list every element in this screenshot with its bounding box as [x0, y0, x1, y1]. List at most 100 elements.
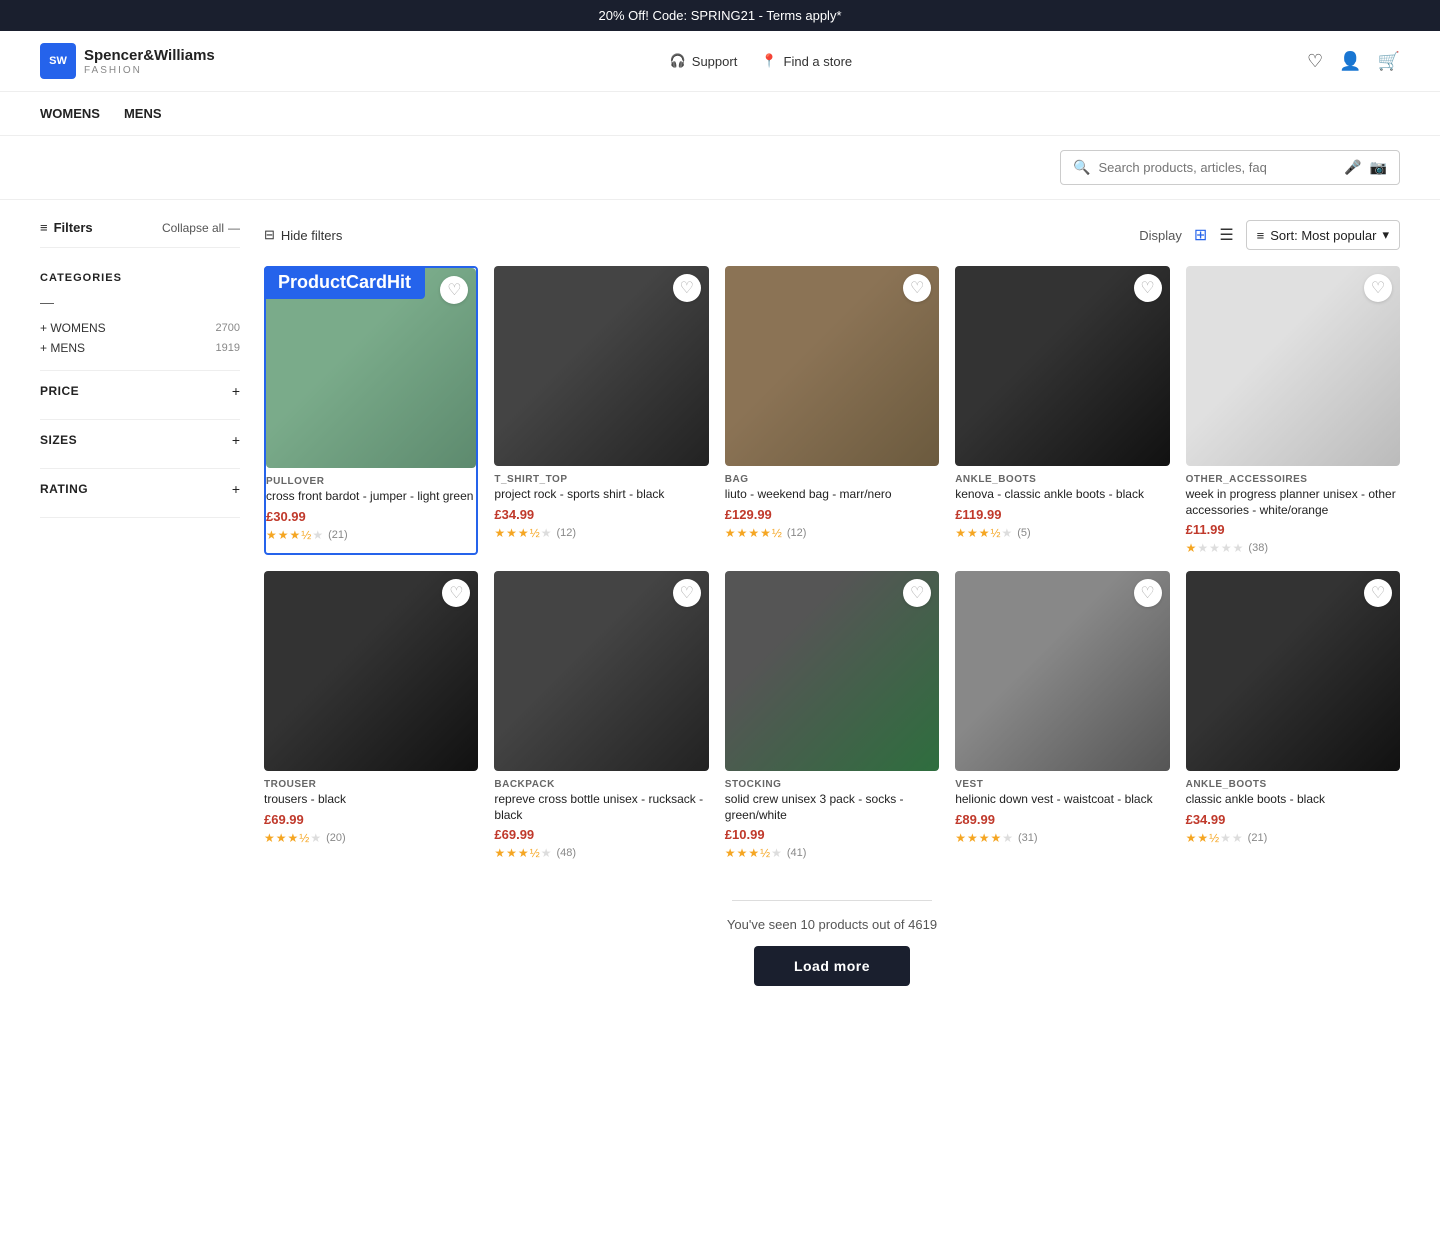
product-name: liuto - weekend bag - marr/nero [725, 487, 939, 503]
sort-chevron-icon: ▾ [1382, 227, 1389, 243]
wishlist-btn[interactable]: ♡ [673, 274, 701, 302]
product-category: TROUSER [264, 779, 478, 790]
wishlist-icon[interactable]: ♡ [1307, 51, 1323, 72]
wishlist-btn[interactable]: ♡ [1134, 274, 1162, 302]
load-more-label: Load more [794, 958, 870, 974]
banner-text: 20% Off! Code: SPRING21 - Terms apply* [598, 8, 841, 23]
price-section: PRICE + [40, 371, 240, 420]
categories-title: CATEGORIES [40, 272, 240, 284]
logo-text-block: Spencer&Williams FASHION [84, 47, 215, 76]
product-category: VEST [955, 779, 1169, 790]
product-name: solid crew unisex 3 pack - socks - green… [725, 792, 939, 823]
price-toggle[interactable]: PRICE + [40, 383, 240, 399]
filters-label: ≡ Filters [40, 220, 93, 235]
collapse-icon: — [228, 221, 240, 235]
mens-count: 1919 [216, 342, 240, 354]
display-controls: Display ⊞ ☰ ≡ Sort: Most popular ▾ [1139, 220, 1400, 250]
logo-icon: SW [40, 43, 76, 79]
main-layout: ≡ Filters Collapse all — CATEGORIES — + … [0, 200, 1440, 1016]
support-link[interactable]: 🎧 Support [670, 53, 738, 69]
filter-mens[interactable]: + MENS 1919 [40, 338, 240, 358]
product-image-wrapper: ♡ [725, 266, 939, 466]
display-label: Display [1139, 228, 1182, 243]
nav-mens[interactable]: MENS [124, 102, 162, 125]
product-card[interactable]: ♡ OTHER_ACCESSOIRES week in progress pla… [1186, 266, 1400, 555]
find-store-link[interactable]: 📍 Find a store [761, 53, 852, 69]
hide-filters-icon: ⊟ [264, 227, 275, 243]
product-area-header: ⊟ Hide filters Display ⊞ ☰ ≡ Sort: Most … [264, 220, 1400, 250]
product-card[interactable]: ♡ VEST helionic down vest - waistcoat - … [955, 571, 1169, 860]
product-rating: ★★½★★ (21) [1186, 831, 1400, 845]
product-name: classic ankle boots - black [1186, 792, 1400, 808]
categories-section: CATEGORIES — + WOMENS 2700 + MENS 1919 [40, 260, 240, 371]
cart-icon[interactable]: 🛒 [1378, 51, 1400, 72]
stars: ★★★½★ [494, 526, 552, 540]
sidebar: ≡ Filters Collapse all — CATEGORIES — + … [40, 200, 240, 1016]
wishlist-btn[interactable]: ♡ [903, 274, 931, 302]
categories-toggle[interactable]: — [40, 294, 240, 310]
wishlist-btn[interactable]: ♡ [1364, 579, 1392, 607]
product-rating: ★★★½★ (12) [494, 526, 708, 540]
product-rating: ★★★★½ (12) [725, 526, 939, 540]
product-price: £30.99 [266, 509, 476, 524]
search-bar-row: 🔍 🎤 📷 [0, 136, 1440, 200]
wishlist-btn[interactable]: ♡ [1364, 274, 1392, 302]
product-price: £11.99 [1186, 522, 1400, 537]
product-category: BAG [725, 474, 939, 485]
product-card[interactable]: ♡ BAG liuto - weekend bag - marr/nero £1… [725, 266, 939, 555]
hide-filters-label: Hide filters [281, 228, 342, 243]
load-more-btn[interactable]: Load more [754, 946, 910, 986]
grid-view-btn[interactable]: ⊞ [1194, 225, 1207, 245]
product-card[interactable]: ProductCardHit ♡ PULLOVER cross front ba… [264, 266, 478, 555]
sort-label: Sort: Most popular [1270, 228, 1376, 243]
sort-select[interactable]: ≡ Sort: Most popular ▾ [1246, 220, 1400, 250]
account-icon[interactable]: 👤 [1339, 51, 1361, 72]
search-bar[interactable]: 🔍 🎤 📷 [1060, 150, 1400, 185]
pagination-area: You've seen 10 products out of 4619 Load… [264, 860, 1400, 1016]
wishlist-btn[interactable]: ♡ [1134, 579, 1162, 607]
price-title: PRICE [40, 384, 79, 398]
search-input[interactable] [1098, 160, 1336, 175]
stars: ★★★½★ [725, 846, 783, 860]
list-view-btn[interactable]: ☰ [1219, 225, 1233, 245]
collapse-all-btn[interactable]: Collapse all — [162, 221, 240, 235]
rating-toggle[interactable]: RATING + [40, 481, 240, 497]
stars: ★★★★½ [725, 526, 783, 540]
sizes-toggle[interactable]: SIZES + [40, 432, 240, 448]
review-count: (12) [787, 527, 807, 539]
wishlist-btn[interactable]: ♡ [673, 579, 701, 607]
product-card[interactable]: ♡ ANKLE_BOOTS classic ankle boots - blac… [1186, 571, 1400, 860]
review-count: (48) [556, 847, 576, 859]
hide-filters-btn[interactable]: ⊟ Hide filters [264, 227, 342, 243]
camera-search-icon[interactable]: 📷 [1370, 159, 1387, 176]
stars: ★★½★★ [1186, 831, 1244, 845]
product-price: £34.99 [494, 507, 708, 522]
product-price: £34.99 [1186, 812, 1400, 827]
filter-womens[interactable]: + WOMENS 2700 [40, 318, 240, 338]
collapse-label: Collapse all [162, 221, 224, 235]
product-card[interactable]: ♡ ANKLE_BOOTS kenova - classic ankle boo… [955, 266, 1169, 555]
review-count: (12) [556, 527, 576, 539]
voice-search-icon[interactable]: 🎤 [1344, 159, 1361, 176]
review-count: (5) [1017, 527, 1030, 539]
product-image-wrapper: ♡ [955, 266, 1169, 466]
product-rating: ★★★★★ (38) [1186, 541, 1400, 555]
mens-label: + MENS [40, 341, 85, 355]
product-image-wrapper: ♡ [494, 571, 708, 771]
product-rating: ★★★★★ (31) [955, 831, 1169, 845]
logo[interactable]: SW Spencer&Williams FASHION [40, 43, 215, 79]
product-image-wrapper: ♡ [725, 571, 939, 771]
product-category: PULLOVER [266, 476, 476, 487]
review-count: (20) [326, 832, 346, 844]
sort-icon: ≡ [1257, 228, 1265, 243]
product-card[interactable]: ♡ TROUSER trousers - black £69.99 ★★★½★ … [264, 571, 478, 860]
nav-womens[interactable]: WOMENS [40, 102, 100, 125]
product-card[interactable]: ♡ STOCKING solid crew unisex 3 pack - so… [725, 571, 939, 860]
product-card[interactable]: ♡ BACKPACK repreve cross bottle unisex -… [494, 571, 708, 860]
product-name: project rock - sports shirt - black [494, 487, 708, 503]
support-label: Support [692, 54, 738, 69]
product-card[interactable]: ♡ T_SHIRT_TOP project rock - sports shir… [494, 266, 708, 555]
product-area: ⊟ Hide filters Display ⊞ ☰ ≡ Sort: Most … [264, 200, 1400, 1016]
product-image-wrapper: ♡ [1186, 266, 1400, 466]
stars: ★★★★★ [1186, 541, 1245, 555]
